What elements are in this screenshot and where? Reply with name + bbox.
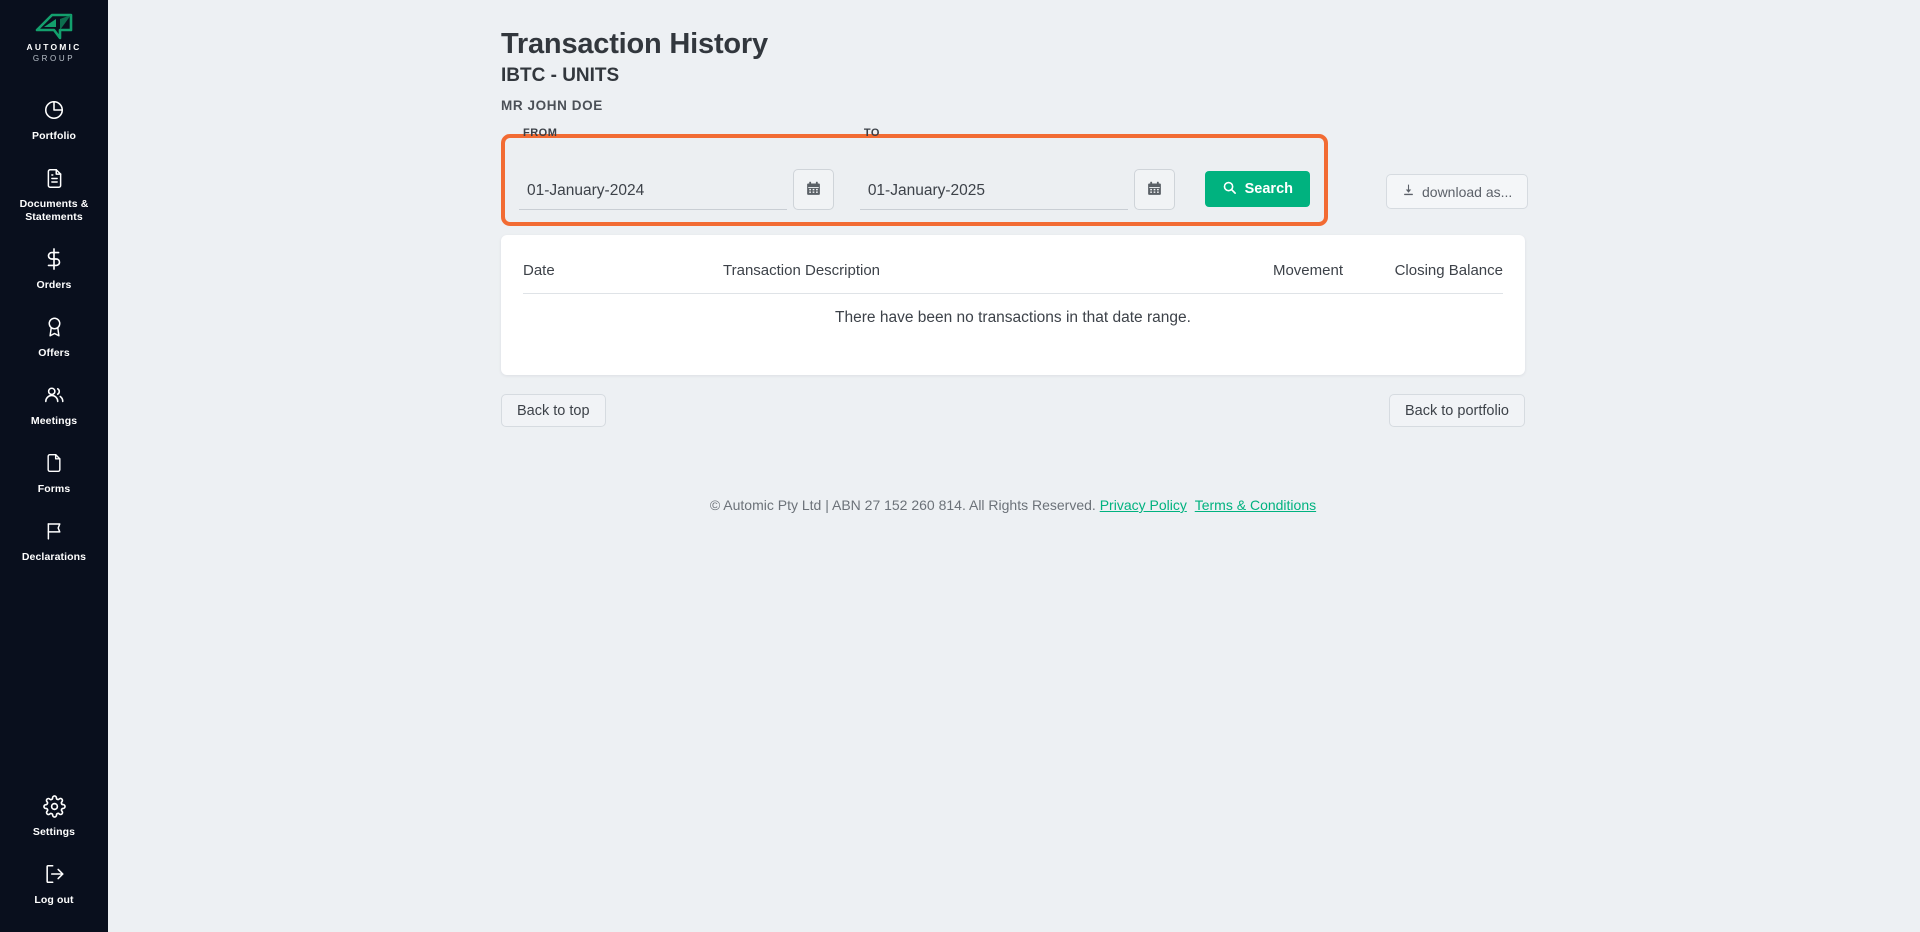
copyright-text: © Automic Pty Ltd | ABN 27 152 260 814. … — [710, 497, 1096, 513]
search-icon — [1222, 180, 1237, 199]
sidebar-item-label: Settings — [33, 826, 75, 839]
transaction-table: Date Transaction Description Movement Cl… — [523, 257, 1503, 327]
people-group-icon — [41, 382, 67, 408]
back-to-portfolio-button[interactable]: Back to portfolio — [1389, 394, 1525, 427]
download-button-label: download as... — [1422, 184, 1512, 200]
brand-name-primary: AUTOMIC — [27, 42, 82, 53]
sidebar-item-portfolio[interactable]: Portfolio — [0, 86, 108, 154]
action-button-row: Back to top Back to portfolio — [501, 394, 1525, 427]
from-date-field: FROM — [519, 169, 834, 210]
column-header-movement: Movement — [1153, 257, 1343, 294]
page-header: Transaction History IBTC - UNITS MR JOHN… — [501, 0, 1636, 113]
back-to-top-button[interactable]: Back to top — [501, 394, 606, 427]
main-content-area: Transaction History IBTC - UNITS MR JOHN… — [108, 0, 1920, 932]
logout-arrow-icon — [41, 861, 67, 887]
to-date-label: TO — [864, 127, 880, 139]
sidebar-item-settings[interactable]: Settings — [0, 782, 108, 850]
sidebar-item-label: Offers — [38, 347, 70, 360]
calendar-icon — [805, 180, 822, 200]
sidebar-item-offers[interactable]: Offers — [0, 303, 108, 371]
sidebar-item-label: Documents & Statements — [4, 198, 104, 224]
search-button[interactable]: Search — [1205, 171, 1310, 207]
empty-state-message: There have been no transactions in that … — [523, 294, 1503, 328]
from-date-input[interactable] — [519, 176, 787, 210]
download-icon — [1402, 183, 1415, 200]
document-lines-icon — [41, 165, 67, 191]
sidebar-item-logout[interactable]: Log out — [0, 850, 108, 918]
sidebar-item-label: Forms — [38, 483, 71, 496]
automic-arrow-logo-icon — [32, 10, 76, 42]
sidebar-item-orders[interactable]: Orders — [0, 235, 108, 303]
calendar-icon — [1146, 180, 1163, 200]
terms-conditions-link[interactable]: Terms & Conditions — [1195, 497, 1316, 513]
file-page-icon — [41, 450, 67, 476]
sidebar-item-documents-statements[interactable]: Documents & Statements — [0, 154, 108, 235]
sidebar-item-label: Portfolio — [32, 130, 76, 143]
privacy-policy-link[interactable]: Privacy Policy — [1100, 497, 1187, 513]
sidebar-bottom-group: Settings Log out — [0, 782, 108, 918]
to-calendar-button[interactable] — [1134, 169, 1175, 210]
from-date-label: FROM — [523, 127, 557, 139]
page-title: Transaction History — [501, 26, 1636, 62]
search-row: FROM — [501, 134, 1636, 226]
holding-subtitle: IBTC - UNITS — [501, 63, 1636, 89]
sidebar: AUTOMIC GROUP Portfolio Documents & Stat… — [0, 0, 108, 932]
from-calendar-button[interactable] — [793, 169, 834, 210]
pie-chart-icon — [41, 97, 67, 123]
sidebar-item-label: Declarations — [22, 551, 86, 564]
sidebar-nav-list: Portfolio Documents & Statements Orders — [0, 86, 108, 575]
footer: © Automic Pty Ltd | ABN 27 152 260 814. … — [501, 497, 1525, 513]
sidebar-item-meetings[interactable]: Meetings — [0, 371, 108, 439]
sidebar-item-label: Orders — [36, 279, 71, 292]
award-ribbon-icon — [41, 314, 67, 340]
sidebar-item-forms[interactable]: Forms — [0, 439, 108, 507]
transaction-table-card: Date Transaction Description Movement Cl… — [501, 235, 1525, 375]
column-header-transaction-description: Transaction Description — [723, 257, 1153, 294]
gear-icon — [41, 793, 67, 819]
account-holder-name: MR JOHN DOE — [501, 98, 1636, 113]
download-as-button[interactable]: download as... — [1386, 174, 1528, 209]
brand-logo[interactable]: AUTOMIC GROUP — [0, 10, 108, 64]
column-header-date: Date — [523, 257, 723, 294]
dollar-sign-icon — [41, 246, 67, 272]
sidebar-item-label: Log out — [34, 894, 73, 907]
brand-name-secondary: GROUP — [33, 53, 75, 64]
table-header-row: Date Transaction Description Movement Cl… — [523, 257, 1503, 294]
content-column: Transaction History IBTC - UNITS MR JOHN… — [501, 0, 1636, 513]
to-date-input[interactable] — [860, 176, 1128, 210]
sidebar-item-label: Meetings — [31, 415, 77, 428]
search-button-label: Search — [1245, 181, 1293, 197]
column-header-closing-balance: Closing Balance — [1343, 257, 1503, 294]
empty-state-row: There have been no transactions in that … — [523, 294, 1503, 328]
to-date-field: TO — [860, 169, 1175, 210]
date-range-search-panel: FROM — [501, 134, 1328, 226]
flag-icon — [41, 518, 67, 544]
sidebar-item-declarations[interactable]: Declarations — [0, 507, 108, 575]
